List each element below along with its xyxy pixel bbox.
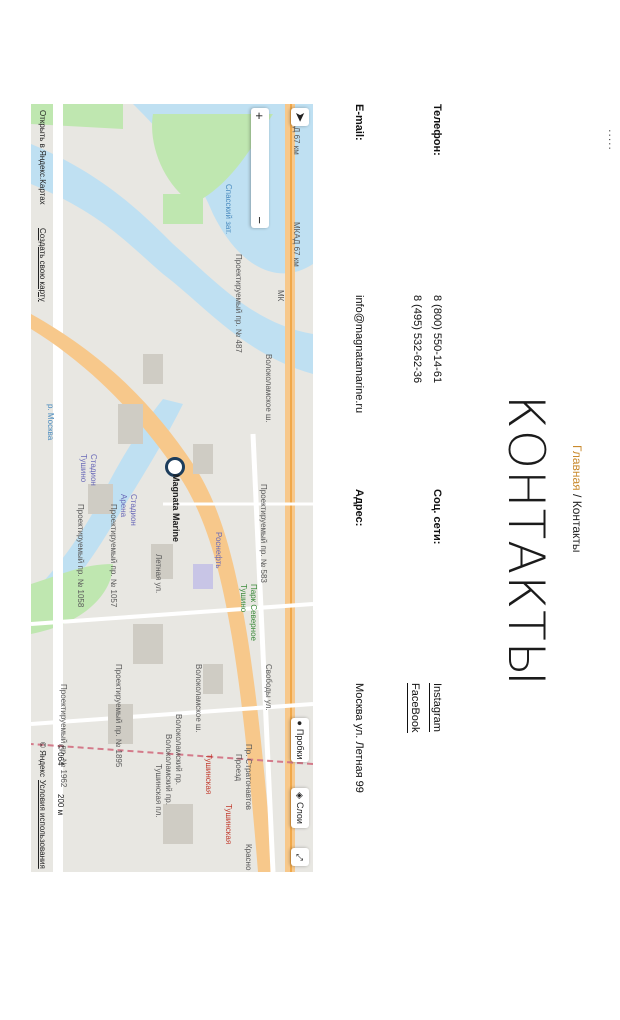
map-label-proezd: Проектируемый пр. № 583	[259, 484, 268, 583]
traffic-label: Пробки	[295, 728, 305, 760]
map-label-tushinskaya: Тушинская	[224, 804, 233, 845]
map-label-proezd: Проектируемый пр. № 1895	[114, 664, 123, 768]
page-content: ..... Главная / Контакты КОНТАКТЫ Телефо…	[0, 0, 620, 1020]
map-label-krasn: Красно	[244, 844, 253, 871]
yandex-copyright: © Яндекс	[38, 742, 47, 778]
map-label-stratonavtov: Пр. Стратонавтов	[244, 744, 253, 811]
geolocation-icon[interactable]: ➤	[291, 108, 309, 126]
breadcrumb: Главная / Контакты	[570, 445, 584, 553]
map-label-arena: Арена	[119, 494, 128, 518]
map-label-volokolamsk: Волоколамское ш.	[264, 354, 273, 423]
email-link[interactable]: info@magnatamarine.ru	[353, 295, 365, 413]
map-label-mk: МК	[276, 290, 285, 302]
terms-link[interactable]: Условия использования	[38, 780, 47, 869]
instagram-link[interactable]: Instagram	[429, 683, 443, 732]
layers-label: Слои	[295, 802, 305, 824]
facebook-link[interactable]: FaceBook	[407, 683, 421, 733]
map-label-stadium: Тушино	[79, 454, 88, 483]
map-label-arena: Стадион	[129, 494, 138, 526]
dots-menu-icon[interactable]: .....	[604, 125, 620, 155]
yandex-map[interactable]: МКАД 67 км МКАД 67 км МК Спасский зат. р…	[31, 104, 313, 872]
traffic-icon: ●	[295, 720, 305, 726]
map-label-volokolamsk: Волоколамское ш.	[194, 664, 203, 733]
zoom-in-button[interactable]: +	[253, 112, 268, 120]
map-label-moskva-river: р. Москва	[46, 404, 55, 441]
map-label-volok-proezd: Волоколамский пр.	[174, 714, 183, 785]
create-map-link[interactable]: Создать свою карту	[38, 228, 47, 302]
layers-button[interactable]: ◈ Слои	[291, 788, 309, 828]
map-label-letnaya: Летная ул.	[154, 554, 163, 594]
map-label-proezd: Проектируемый пр. № 487	[234, 254, 243, 353]
map-label-park: Парк Северное	[249, 584, 258, 641]
scale-label: 200 м	[56, 794, 65, 816]
social-label: Соц. сети:	[431, 489, 443, 545]
map-label-proezd: Проезд	[234, 754, 243, 782]
email-label: E-mail:	[353, 104, 365, 141]
breadcrumb-home-link[interactable]: Главная	[570, 445, 584, 491]
fullscreen-icon[interactable]: ⤢	[291, 848, 309, 866]
phone-label: Телефон:	[431, 104, 443, 156]
map-label-volok-proezd: Волоколамский пр.	[164, 734, 173, 805]
map-label-marker: Magnata Marine	[171, 474, 181, 543]
phone-2[interactable]: 8 (495) 532-62-36	[411, 295, 423, 383]
map-label-proezd: Проектируемый пр. № 1962	[59, 684, 68, 788]
open-in-yandex-link[interactable]: Открыть в Яндекс.Картах	[38, 110, 47, 205]
address-label: Адрес:	[353, 489, 365, 527]
map-label-tushinsky-pl: Тушинская пл.	[154, 764, 163, 818]
page-title: КОНТАКТЫ	[497, 395, 555, 687]
map-label-tushinskaya: Тушинская	[204, 754, 213, 795]
map-label-svobody: Свободы ул.	[264, 664, 273, 711]
breadcrumb-separator: /	[570, 494, 584, 498]
map-tag: © 064	[56, 744, 65, 766]
map-label-mkad: МКАД 67 км	[292, 222, 301, 267]
zoom-slider[interactable]: + −	[251, 108, 269, 228]
map-label-stadium: Стадион	[89, 454, 98, 486]
map-label-rosneft: Роснефть	[214, 532, 223, 569]
map-label-spassky: Спасский зат.	[224, 184, 233, 235]
phone-1[interactable]: 8 (800) 550-14-61	[431, 295, 443, 383]
breadcrumb-current: Контакты	[570, 500, 584, 553]
map-label-park: Тушино	[239, 584, 248, 613]
layers-icon: ◈	[295, 792, 306, 800]
address-value: Москва ул. Летная 99	[353, 683, 365, 793]
map-label-proezd: Проектируемый пр. № 1057	[109, 504, 118, 608]
traffic-button[interactable]: ● Пробки	[291, 718, 309, 762]
map-label-proezd: Проектируемый пр. № 1058	[76, 504, 85, 608]
zoom-out-button[interactable]: −	[253, 216, 268, 224]
